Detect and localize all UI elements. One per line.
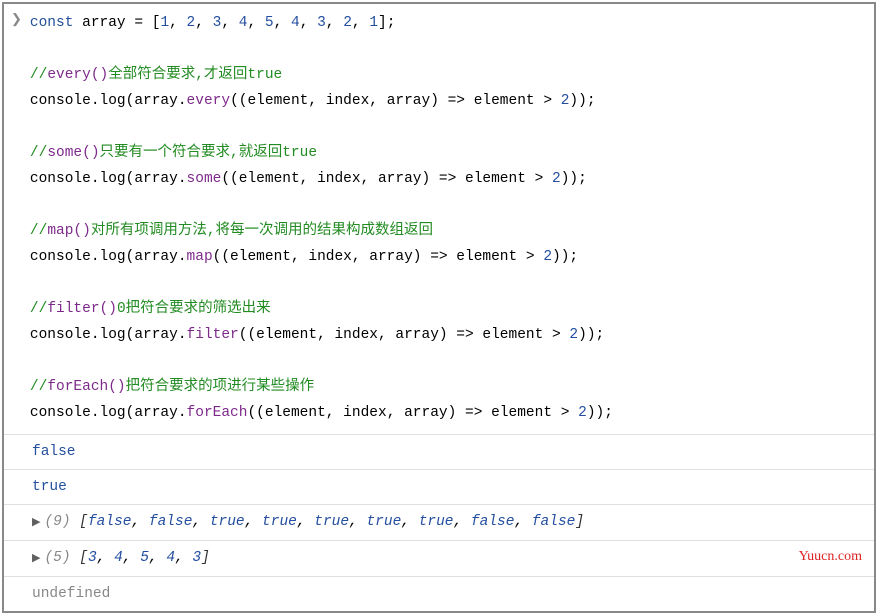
comment-map: //map()对所有项调用方法,将每一次调用的结果构成数组返回 xyxy=(30,223,433,239)
method-some: some xyxy=(187,171,222,187)
output-undefined: undefined xyxy=(4,576,874,611)
output-false: false xyxy=(4,434,874,469)
output-array-num: ▶(5) [3, 4, 5, 4, 3] xyxy=(4,540,874,576)
method-map: map xyxy=(187,249,213,265)
watermark: Yuucn.com xyxy=(799,549,862,565)
comment-every: //every()全部符合要求,才返回true xyxy=(30,67,282,83)
expand-icon[interactable]: ▶ xyxy=(32,548,40,570)
console-panel: ❯ const array = [1, 2, 3, 4, 5, 4, 3, 2,… xyxy=(2,2,876,613)
console-input-block: ❯ const array = [1, 2, 3, 4, 5, 4, 3, 2,… xyxy=(4,4,874,434)
method-foreach: forEach xyxy=(187,405,248,421)
keyword-const: const xyxy=(30,15,74,31)
method-filter: filter xyxy=(187,327,239,343)
method-every: every xyxy=(187,93,231,109)
code-area[interactable]: const array = [1, 2, 3, 4, 5, 4, 3, 2, 1… xyxy=(30,10,613,432)
output-array-bool: ▶(9) [false, false, true, true, true, tr… xyxy=(4,504,874,540)
comment-foreach: //forEach()把符合要求的项进行某些操作 xyxy=(30,379,314,395)
comment-some: //some()只要有一个符合要求,就返回true xyxy=(30,145,317,161)
output-true: true xyxy=(4,469,874,504)
input-chevron-icon: ❯ xyxy=(8,10,30,432)
expand-icon[interactable]: ▶ xyxy=(32,512,40,534)
comment-filter: //filter()0把符合要求的筛选出来 xyxy=(30,301,271,317)
